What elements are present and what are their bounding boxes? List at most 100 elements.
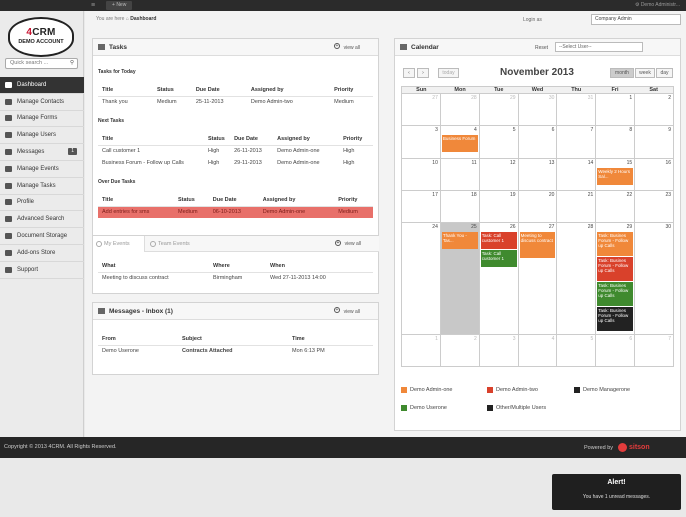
calendar-day[interactable]: 29 Task: Busines Forum - Follow up Calls… (596, 223, 636, 335)
table-row[interactable]: Meeting to discuss contract Birmingham W… (98, 272, 373, 284)
calendar-day[interactable]: 16 (635, 159, 675, 191)
calendar-view-week[interactable]: week (635, 68, 655, 78)
new-button[interactable]: + New (106, 1, 133, 10)
calendar-day[interactable]: 4 Business Forum (440, 126, 480, 159)
quick-search-input[interactable]: Quick search ... ⚲ (5, 58, 78, 69)
calendar-day[interactable]: 29 (479, 94, 519, 126)
calendar-view-day[interactable]: day (656, 68, 673, 78)
calendar-day[interactable]: 10 (402, 159, 441, 191)
calendar-today-button[interactable]: today (438, 68, 459, 78)
calendar-day[interactable]: 14 (557, 159, 597, 191)
calendar-day[interactable]: 1 (402, 335, 441, 367)
user-menu[interactable]: ⚙ Demo Administr... (635, 1, 680, 10)
calendar-event[interactable]: Meeting to discuss contract (519, 232, 556, 258)
calendar-day[interactable]: 21 (557, 191, 597, 223)
sidebar-item-manage-users[interactable]: Manage Users (0, 127, 84, 145)
calendar-prev-button[interactable]: ‹ (403, 68, 415, 78)
sidebar-item-profile[interactable]: Profile (0, 195, 84, 212)
sidebar-item-advanced-search[interactable]: Advanced Search (0, 211, 84, 229)
calendar-event[interactable]: Weekly 2 Hours Sal... (597, 168, 634, 185)
logo[interactable]: 4CRM DEMO ACCOUNT (8, 17, 74, 57)
calendar-day[interactable]: 8 (596, 126, 636, 159)
calendar-event[interactable]: Task: Busines Forum - Follow up Calls (597, 257, 634, 281)
calendar-day[interactable]: 18 (440, 191, 480, 223)
sidebar-item-document-storage[interactable]: Document Storage (0, 228, 84, 245)
calendar-day[interactable]: 4 (518, 335, 558, 367)
calendar-day[interactable]: 3 (479, 335, 519, 367)
calendar-day-today[interactable]: 25 Thank You - Tas... (440, 223, 480, 335)
calendar-day[interactable]: 9 (635, 126, 675, 159)
calendar-day[interactable]: 7 (557, 126, 597, 159)
calendar-day[interactable]: 17 (402, 191, 441, 223)
calendar-day[interactable]: 6 (518, 126, 558, 159)
sidebar: 4CRM DEMO ACCOUNT Quick search ... ⚲ Das… (0, 11, 84, 437)
tasks-view-all-link[interactable]: view all (344, 45, 360, 51)
tab-team-events[interactable]: Team Events (147, 236, 205, 252)
table-row[interactable]: Add entries for sms Medium 06-10-2013 De… (98, 206, 373, 218)
calendar-next-button[interactable]: › (417, 68, 429, 78)
calendar-view-month[interactable]: month (610, 68, 634, 78)
calendar-event[interactable]: Task: Busines Forum - Follow up Calls (597, 307, 634, 331)
calendar-user-select[interactable]: --Select User-- (555, 42, 643, 52)
calendar-day[interactable]: 2 (440, 335, 480, 367)
calendar-day[interactable]: 19 (479, 191, 519, 223)
calendar-day[interactable]: 1 (596, 94, 636, 126)
calendar-day[interactable]: 20 (518, 191, 558, 223)
events-view-all-link[interactable]: view all (345, 241, 361, 247)
calendar-day[interactable]: 27 Meeting to discuss contract (518, 223, 558, 335)
tab-my-events[interactable]: My Events (93, 236, 145, 252)
add-task-icon[interactable]: + (334, 43, 340, 49)
calendar-event[interactable]: Task: Busines Forum - Follow up Calls (597, 232, 634, 256)
column-header: Priority (334, 84, 373, 97)
calendar-day[interactable]: 13 (518, 159, 558, 191)
calendar-day[interactable]: 31 (557, 94, 597, 126)
sidebar-item-manage-contacts[interactable]: Manage Contacts (0, 94, 84, 111)
table-row[interactable]: Thank you Medium 25-11-2013 Demo Admin-t… (98, 96, 373, 108)
sitson-logo[interactable]: sitson (618, 441, 678, 454)
calendar-day[interactable]: 26 Task: Call customer 1 Task: Call cust… (479, 223, 519, 335)
menu-icon[interactable]: ≡ (91, 2, 99, 9)
table-row[interactable]: Demo Userone Contracts Attached Mon 6:13… (98, 345, 373, 357)
calendar-day[interactable]: 11 (440, 159, 480, 191)
sidebar-item-messages[interactable]: Messages 1 (0, 144, 84, 161)
calendar-day[interactable]: 5 (479, 126, 519, 159)
calendar-day[interactable]: 28 (440, 94, 480, 126)
sidebar-item-add-ons-store[interactable]: Add-ons Store (0, 245, 84, 262)
calendar-day[interactable]: 15 Weekly 2 Hours Sal... (596, 159, 636, 191)
calendar-day[interactable]: 27 (402, 94, 441, 126)
home-icon[interactable]: ⌂ (126, 16, 129, 22)
sidebar-item-support[interactable]: Support (0, 262, 84, 279)
calendar-day[interactable]: 2 (635, 94, 675, 126)
sidebar-item-manage-forms[interactable]: Manage Forms (0, 111, 84, 128)
sidebar-item-manage-events[interactable]: Manage Events (0, 161, 84, 178)
breadcrumb-current[interactable]: Dashboard (130, 16, 156, 22)
table-cell: Demo Admin-one (262, 206, 339, 218)
add-message-icon[interactable]: + (334, 307, 340, 313)
alert-toast[interactable]: Alert! You have 1 unread messages. (552, 474, 681, 510)
sidebar-item-manage-tasks[interactable]: Manage Tasks (0, 178, 84, 195)
calendar-day[interactable]: 30 (635, 223, 675, 335)
calendar-event[interactable]: Task: Call customer 1 (480, 232, 517, 249)
search-icon[interactable]: ⚲ (70, 59, 74, 68)
calendar-day[interactable]: 7 (635, 335, 675, 367)
table-row[interactable]: Business Forum - Follow up Calls High 29… (98, 157, 373, 169)
calendar-day[interactable]: 30 (518, 94, 558, 126)
calendar-day[interactable]: 12 (479, 159, 519, 191)
sidebar-item-dashboard[interactable]: Dashboard (0, 77, 84, 94)
login-as-select[interactable]: Company Admin (591, 14, 681, 25)
calendar-day[interactable]: 3 (402, 126, 441, 159)
add-event-icon[interactable]: + (335, 240, 341, 246)
calendar-day[interactable]: 22 (596, 191, 636, 223)
calendar-day[interactable]: 5 (557, 335, 597, 367)
calendar-reset-label[interactable]: Reset (535, 45, 548, 51)
calendar-day[interactable]: 23 (635, 191, 675, 223)
table-row[interactable]: Call customer 1 High 26-11-2013 Demo Adm… (98, 145, 373, 157)
calendar-event[interactable]: Task: Call customer 1 (480, 250, 517, 267)
calendar-day[interactable]: 28 (557, 223, 597, 335)
calendar-event[interactable]: Business Forum (441, 135, 478, 152)
messages-view-all-link[interactable]: view all (344, 309, 360, 315)
calendar-day[interactable]: 6 (596, 335, 636, 367)
calendar-day[interactable]: 24 (402, 223, 441, 335)
calendar-event[interactable]: Thank You - Tas... (441, 232, 478, 249)
calendar-event[interactable]: Task: Busines Forum - Follow up Calls (597, 282, 634, 306)
